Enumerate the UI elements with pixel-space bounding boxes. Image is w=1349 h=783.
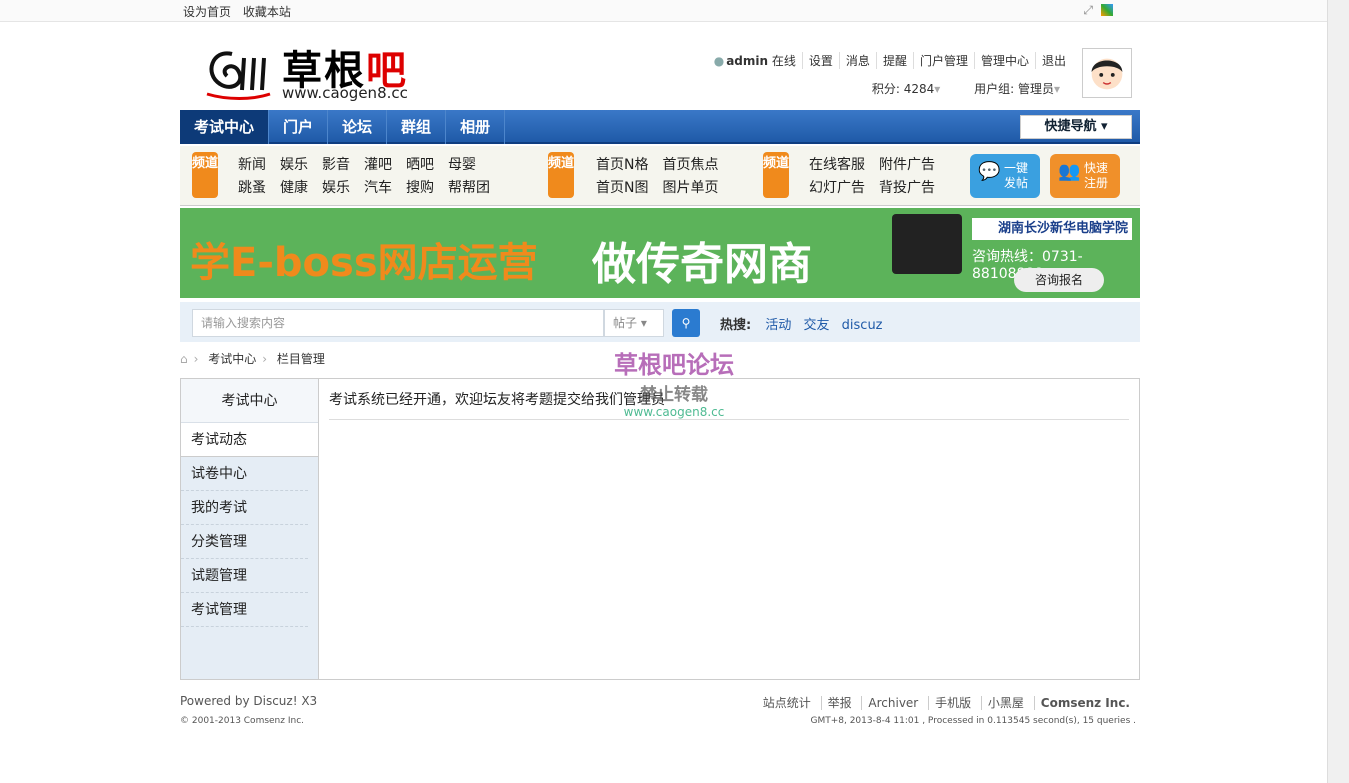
channel-link[interactable]: 母婴 [448, 154, 490, 177]
footer-link[interactable]: 站点统计 [757, 696, 817, 710]
channel-group-1: 新闻 跳蚤 娱乐 健康 影音 娱乐 灌吧 汽车 晒吧 搜购 母婴 帮帮团 [238, 154, 490, 200]
channel-link[interactable]: 幻灯广告 [809, 177, 865, 200]
crumb-exam-center[interactable]: 考试中心 [208, 352, 256, 366]
user-info: 积分: 4284▾ 用户组: 管理员▾ [871, 82, 1060, 96]
avatar-image [1091, 58, 1123, 90]
banner-school: 湖南长沙新华电脑学院 [972, 218, 1132, 240]
avatar[interactable] [1082, 48, 1132, 98]
channel-link[interactable]: 首页焦点 [662, 154, 718, 177]
nav-album[interactable]: 相册 [446, 110, 506, 144]
channel-link[interactable]: 附件广告 [879, 154, 935, 177]
channel-link[interactable]: 搜购 [406, 177, 434, 200]
footer-link[interactable]: 手机版 [928, 696, 978, 710]
scrollbar[interactable] [1327, 0, 1349, 783]
hot-searches: 热搜: 活动 交友 discuz [720, 318, 883, 333]
sidebar-item-category-manage[interactable]: 分类管理 [181, 525, 308, 559]
search-input[interactable]: 请输入搜索内容 [192, 309, 604, 337]
channel-link[interactable]: 影音 [322, 154, 350, 177]
channel-link[interactable]: 新闻 [238, 154, 266, 177]
channel-link[interactable]: 帮帮团 [448, 177, 490, 200]
channel-link[interactable]: 灌吧 [364, 154, 392, 177]
nav-groups[interactable]: 群组 [387, 110, 447, 144]
user-name[interactable]: ● admin 在线 [708, 52, 802, 69]
fullscreen-icon[interactable]: ⤢ [1083, 3, 1093, 18]
quick-post-button[interactable]: 💬 一键发帖 [970, 154, 1040, 198]
sidebar-title: 考试中心 [181, 379, 318, 423]
logout-link[interactable]: 退出 [1034, 52, 1072, 69]
channel-link[interactable]: 在线客服 [809, 154, 865, 177]
channel-link[interactable]: 汽车 [364, 177, 392, 200]
channel-link[interactable]: 跳蚤 [238, 177, 266, 200]
settings-link[interactable]: 设置 [801, 52, 839, 69]
hot-search-link[interactable]: 活动 [765, 318, 791, 333]
copyright: © 2001-2013 Comsenz Inc. [180, 716, 305, 726]
footer-link[interactable]: 举报 [820, 696, 858, 710]
ad-banner[interactable]: 学E-boss网店运营 做传奇网商 湖南长沙新华电脑学院 咨询热线：0731-8… [180, 208, 1140, 298]
admin-center-link[interactable]: 管理中心 [973, 52, 1035, 69]
channel-link[interactable]: 健康 [280, 177, 308, 200]
style-icon[interactable] [1101, 4, 1113, 16]
hot-search-link[interactable]: 交友 [804, 318, 830, 333]
sidebar-item-exam-manage[interactable]: 考试管理 [181, 593, 308, 627]
sidebar-item-my-exams[interactable]: 我的考试 [181, 491, 308, 525]
chat-icon: 💬 [978, 161, 1001, 182]
quick-nav-button[interactable]: 快捷导航 ▾ [1020, 115, 1132, 139]
channel-group-3: 在线客服 幻灯广告 附件广告 背投广告 [809, 154, 935, 200]
home-icon[interactable]: ⌂ [180, 352, 188, 366]
search-type-select[interactable]: 帖子 ▾ [604, 309, 664, 337]
channel-link[interactable]: 首页N图 [596, 177, 648, 200]
sidebar-item-exam-news[interactable]: 考试动态 [181, 423, 318, 457]
logo-url: www.caogen8.cc [282, 84, 408, 102]
search-bar: 请输入搜索内容 帖子 ▾ ⚲ 热搜: 活动 交友 discuz [180, 302, 1140, 342]
search-icon: ⚲ [681, 316, 691, 330]
users-icon: 👥 [1058, 161, 1081, 182]
banner-title-2: 做传奇网商 [592, 239, 812, 290]
bookmark-link[interactable]: 收藏本站 [243, 5, 291, 19]
channel-badge: 频道 [548, 152, 574, 198]
main-nav: 考试中心 门户 论坛 群组 相册 快捷导航 ▾ [180, 110, 1140, 144]
powered-by: Powered by Discuz! X3 [180, 694, 318, 708]
channel-badge: 频道 [763, 152, 789, 198]
footer-links: 站点统计 举报 Archiver 手机版 小黑屋 Comsenz Inc. [757, 694, 1136, 711]
watermark-stamp: 草根吧论坛 禁止转载 www.caogen8.cc [614, 351, 734, 419]
hot-search-link[interactable]: discuz [842, 318, 883, 333]
nav-exam-center[interactable]: 考试中心 [180, 110, 270, 144]
crumb-column-manage[interactable]: 栏目管理 [277, 352, 325, 366]
footer-link[interactable]: 小黑屋 [980, 696, 1030, 710]
sidebar-item-question-manage[interactable]: 试题管理 [181, 559, 308, 593]
channel-link[interactable]: 娱乐 [280, 154, 308, 177]
channel-link[interactable]: 背投广告 [879, 177, 935, 200]
sidebar-item-paper-center[interactable]: 试卷中心 [181, 457, 308, 491]
portal-admin-link[interactable]: 门户管理 [912, 52, 974, 69]
channel-bar: 频道 新闻 跳蚤 娱乐 健康 影音 娱乐 灌吧 汽车 晒吧 搜购 母婴 帮帮团 … [180, 146, 1140, 206]
points-dropdown[interactable]: 积分: 4284 [872, 82, 934, 96]
messages-link[interactable]: 消息 [838, 52, 876, 69]
quick-register-button[interactable]: 👥 快速注册 [1050, 154, 1120, 198]
site-logo[interactable]: 草根吧 www.caogen8.cc [202, 38, 462, 104]
channel-group-2: 首页N格 首页N图 首页焦点 图片单页 [596, 154, 718, 200]
set-homepage-link[interactable]: 设为首页 [183, 5, 231, 19]
banner-register-button[interactable]: 咨询报名 [1014, 268, 1104, 292]
usergroup-dropdown[interactable]: 用户组: 管理员 [974, 82, 1054, 96]
channel-badge: 频道 [192, 152, 218, 198]
nav-forum[interactable]: 论坛 [328, 110, 388, 144]
channel-link[interactable]: 首页N格 [596, 154, 648, 177]
channel-link[interactable]: 图片单页 [662, 177, 718, 200]
breadcrumb: ⌂ › 考试中心 › 栏目管理 [180, 352, 325, 366]
user-menu: ● admin 在线 设置 消息 提醒 门户管理 管理中心 退出 [708, 52, 1072, 69]
search-button[interactable]: ⚲ [672, 309, 700, 337]
footer-link[interactable]: Comsenz Inc. [1033, 696, 1136, 710]
channel-link[interactable]: 晒吧 [406, 154, 434, 177]
reminders-link[interactable]: 提醒 [875, 52, 913, 69]
top-bar: 设为首页 收藏本站 ⤢ [0, 0, 1327, 22]
logo-swirl-icon [206, 51, 271, 100]
channel-link[interactable]: 娱乐 [322, 177, 350, 200]
sidebar: 考试中心 考试动态 试卷中心 我的考试 分类管理 试题管理 考试管理 [181, 379, 319, 679]
footer-link[interactable]: Archiver [861, 696, 925, 710]
computer-icon [892, 214, 962, 274]
nav-portal[interactable]: 门户 [269, 110, 329, 144]
banner-title-1: 学E-boss网店运营 [190, 240, 538, 286]
page-stats: GMT+8, 2013-8-4 11:01 , Processed in 0.1… [810, 716, 1136, 726]
